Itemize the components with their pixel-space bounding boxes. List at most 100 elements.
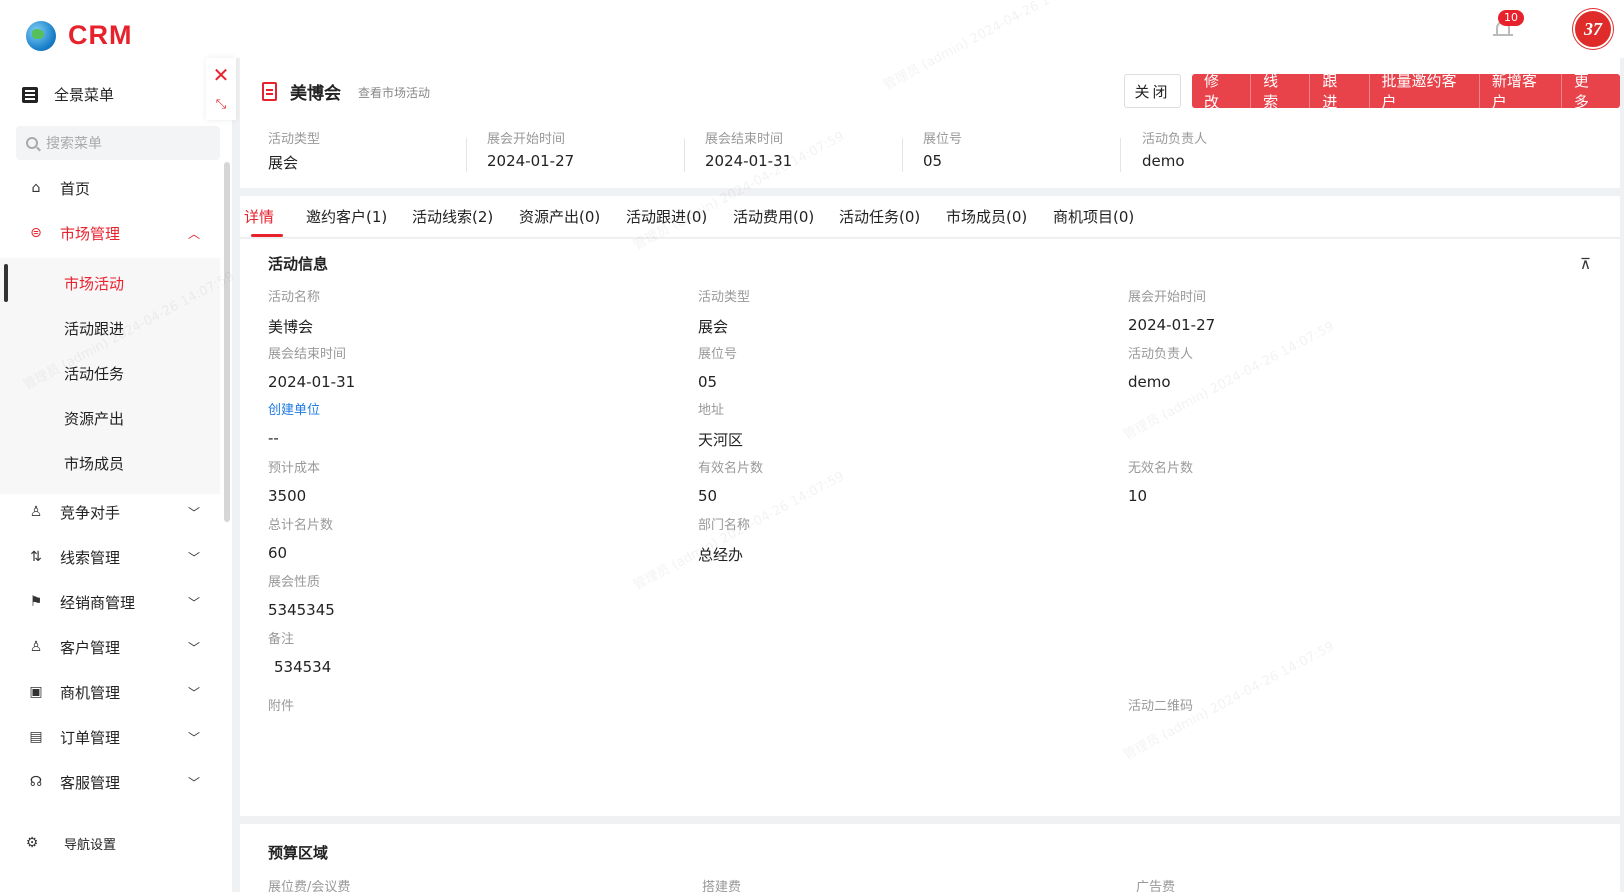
field-activity-type: 活动类型 展会 xyxy=(698,286,1098,337)
summary-label: 活动负责人 xyxy=(1142,132,1208,147)
field-end-date: 展会结束时间 2024-01-31 xyxy=(268,343,668,391)
page-header: 美博会 查看市场活动 关闭 修改 线索 跟进 批量邀约客户 新增客户 更多 活动… xyxy=(240,58,1620,188)
sidebar-item-home[interactable]: ⌂ 首页 xyxy=(0,166,220,210)
sidebar-item-label: 客户管理 xyxy=(60,638,121,657)
sidebar-item-activity-followup[interactable]: 活动跟进 xyxy=(0,306,220,350)
detail-tabs: 详情 邀约客户(1) 活动线索(2) 资源产出(0) 活动跟进(0) 活动费用(… xyxy=(240,196,1620,238)
menu-search-input[interactable]: 搜索菜单 xyxy=(16,126,220,160)
sidebar-item-label: 订单管理 xyxy=(60,728,121,747)
field-label: 地址 xyxy=(698,403,725,418)
sidebar-scrollbar[interactable] xyxy=(224,162,230,522)
shrink-icon[interactable]: ⤡ xyxy=(206,94,236,116)
logo-text: CRM xyxy=(68,20,133,50)
app-logo[interactable]: CRM xyxy=(26,20,133,51)
sidebar-item-leads[interactable]: ⇅ 线索管理 ﹀ xyxy=(0,535,220,579)
field-label: 活动负责人 xyxy=(1128,347,1194,362)
tab-activity-followup[interactable]: 活动跟进(0) xyxy=(626,206,707,227)
summary-activity-type: 活动类型 展会 xyxy=(268,128,486,184)
divider xyxy=(684,138,685,172)
document-icon xyxy=(262,82,277,101)
batch-invite-button[interactable]: 批量邀约客户 xyxy=(1370,74,1480,108)
summary-bar: 活动类型 展会 展会开始时间 2024-01-27 展会结束时间 2024-01… xyxy=(240,128,1620,184)
user-avatar[interactable]: 37 xyxy=(1573,9,1613,49)
order-icon: ▤ xyxy=(29,729,43,745)
dealer-icon: ⚑ xyxy=(29,594,43,610)
divider xyxy=(466,138,467,172)
field-creator-unit: 创建单位 -- xyxy=(268,399,668,447)
field-start-date: 展会开始时间 2024-01-27 xyxy=(1128,286,1528,334)
chevron-up-icon: ︿ xyxy=(188,227,201,241)
field-label: 预计成本 xyxy=(268,461,321,476)
field-value: 总经办 xyxy=(698,546,744,564)
budget-field-build-fee: 搭建费 xyxy=(702,880,742,892)
lead-button[interactable]: 线索 xyxy=(1251,74,1311,108)
sidebar-item-dealer[interactable]: ⚑ 经销商管理 ﹀ xyxy=(0,580,220,624)
customer-icon: ♙ xyxy=(29,639,43,655)
summary-label: 展位号 xyxy=(923,132,963,147)
close-icon[interactable]: ✕ xyxy=(206,64,236,86)
tab-activity-expense[interactable]: 活动费用(0) xyxy=(733,206,814,227)
section-title: 预算区域 xyxy=(268,844,329,862)
budget-field-ad-fee: 广告费 xyxy=(1136,880,1176,892)
sidebar-item-customer[interactable]: ♙ 客户管理 ﹀ xyxy=(0,625,220,669)
field-booth-number: 展位号 05 xyxy=(698,343,1098,391)
field-address: 地址 天河区 xyxy=(698,399,1098,450)
add-customer-button[interactable]: 新增客户 xyxy=(1480,74,1562,108)
field-label: 活动二维码 xyxy=(1128,699,1194,714)
edit-button[interactable]: 修改 xyxy=(1192,74,1252,108)
chevron-down-icon: ﹀ xyxy=(188,506,201,520)
tab-invited-customers[interactable]: 邀约客户(1) xyxy=(306,206,387,227)
creator-unit-link[interactable]: 创建单位 xyxy=(268,399,668,418)
sidebar-item-order[interactable]: ▤ 订单管理 ﹀ xyxy=(0,715,220,759)
main-content: 美博会 查看市场活动 关闭 修改 线索 跟进 批量邀约客户 新增客户 更多 活动… xyxy=(240,58,1624,892)
settings-icon: ⚙ xyxy=(25,835,39,851)
menu-grid-icon xyxy=(22,86,38,103)
field-label: 展位号 xyxy=(698,347,738,362)
summary-value: 展会 xyxy=(268,154,299,172)
sidebar-item-resource-output[interactable]: 资源产出 xyxy=(0,396,220,440)
tab-detail[interactable]: 详情 xyxy=(244,206,274,227)
field-value: 10 xyxy=(1128,487,1148,505)
field-value: 534534 xyxy=(274,658,332,676)
page-title: 美博会 xyxy=(290,84,341,104)
summary-value: 05 xyxy=(923,152,943,170)
summary-label: 展会开始时间 xyxy=(487,132,566,147)
chevron-down-icon: ﹀ xyxy=(188,731,201,745)
collapse-icon[interactable]: ⊼ xyxy=(1580,255,1591,273)
tab-opportunity-projects[interactable]: 商机项目(0) xyxy=(1053,206,1134,227)
chevron-down-icon: ﹀ xyxy=(188,641,201,655)
tab-activity-task[interactable]: 活动任务(0) xyxy=(839,206,920,227)
globe-logo-icon xyxy=(26,20,56,51)
summary-label: 展会结束时间 xyxy=(705,132,784,147)
nav-settings-label: 导航设置 xyxy=(64,837,117,853)
sidebar-item-activity-task[interactable]: 活动任务 xyxy=(0,351,220,395)
nav-settings-button[interactable]: ⚙ 导航设置 xyxy=(0,828,220,858)
followup-button[interactable]: 跟进 xyxy=(1310,74,1370,108)
home-icon: ⌂ xyxy=(31,180,41,196)
tab-market-members[interactable]: 市场成员(0) xyxy=(946,206,1027,227)
chevron-down-icon: ﹀ xyxy=(188,776,201,790)
field-value: 60 xyxy=(268,544,288,562)
field-label: 部门名称 xyxy=(698,518,751,533)
sidebar-item-label: 线索管理 xyxy=(60,548,121,567)
summary-label: 活动类型 xyxy=(268,132,321,147)
full-menu-button[interactable]: 全景菜单 xyxy=(22,84,114,105)
field-value: 05 xyxy=(698,373,718,391)
sidebar-item-market-members[interactable]: 市场成员 xyxy=(0,441,220,485)
more-button[interactable]: 更多 xyxy=(1562,74,1620,108)
sidebar-item-market-activity[interactable]: 市场活动 xyxy=(0,261,220,305)
sidebar-item-market[interactable]: ⊜ 市场管理 ︿ xyxy=(0,211,220,255)
tab-activity-leads[interactable]: 活动线索(2) xyxy=(412,206,493,227)
sidebar-item-service[interactable]: ☊ 客服管理 ﹀ xyxy=(0,760,220,804)
tab-resource-output[interactable]: 资源产出(0) xyxy=(519,206,600,227)
notification-badge: 10 xyxy=(1498,10,1524,26)
field-label: 展会结束时间 xyxy=(268,347,347,362)
chevron-down-icon: ﹀ xyxy=(188,596,201,610)
field-exhibition-nature: 展会性质 5345345 xyxy=(268,571,668,619)
close-button[interactable]: 关闭 xyxy=(1124,74,1181,108)
sidebar-item-competitor[interactable]: ♙ 竞争对手 ﹀ xyxy=(0,490,220,534)
field-label: 展会开始时间 xyxy=(1128,290,1207,305)
sidebar-item-opportunity[interactable]: ▣ 商机管理 ﹀ xyxy=(0,670,220,714)
summary-value: demo xyxy=(1142,152,1185,170)
field-value: 5345345 xyxy=(268,601,335,619)
